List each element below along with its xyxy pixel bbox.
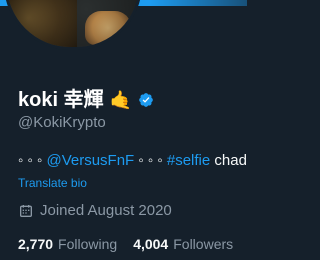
followers-link[interactable]: 4,004 Followers	[133, 236, 233, 252]
calendar-icon	[18, 203, 34, 219]
following-count: 2,770	[18, 236, 54, 252]
bio-mention-link[interactable]: @VersusFnF	[46, 152, 134, 169]
following-label: Following	[58, 236, 118, 252]
followers-label: Followers	[173, 236, 234, 252]
profile-name-row: koki 幸輝 🤙	[18, 88, 154, 112]
profile-banner-fade	[150, 0, 247, 6]
bio-hashtag-link[interactable]: #selfie	[167, 152, 210, 169]
profile-handle: @KokiKrypto	[18, 114, 106, 131]
bio-middle: ◦ ◦ ◦	[134, 152, 167, 169]
avatar-shade	[7, 0, 139, 47]
translate-bio-button[interactable]: Translate bio	[18, 176, 87, 190]
verified-badge-icon[interactable]	[138, 92, 154, 108]
following-link[interactable]: 2,770 Following	[18, 236, 117, 252]
profile-stats: 2,770 Following 4,004 Followers	[18, 236, 233, 252]
avatar[interactable]	[4, 0, 142, 50]
profile-bio: ◦ ◦ ◦ @VersusFnF ◦ ◦ ◦ #selfie chad r	[18, 152, 247, 170]
display-name: koki 幸輝	[18, 89, 104, 111]
followers-count: 4,004	[133, 236, 169, 252]
joined-date: Joined August 2020	[18, 202, 172, 220]
bio-suffix: chad r	[214, 152, 247, 169]
joined-date-text: Joined August 2020	[40, 202, 172, 219]
name-emoji: 🤙	[109, 90, 132, 110]
bio-prefix: ◦ ◦ ◦	[18, 152, 47, 169]
